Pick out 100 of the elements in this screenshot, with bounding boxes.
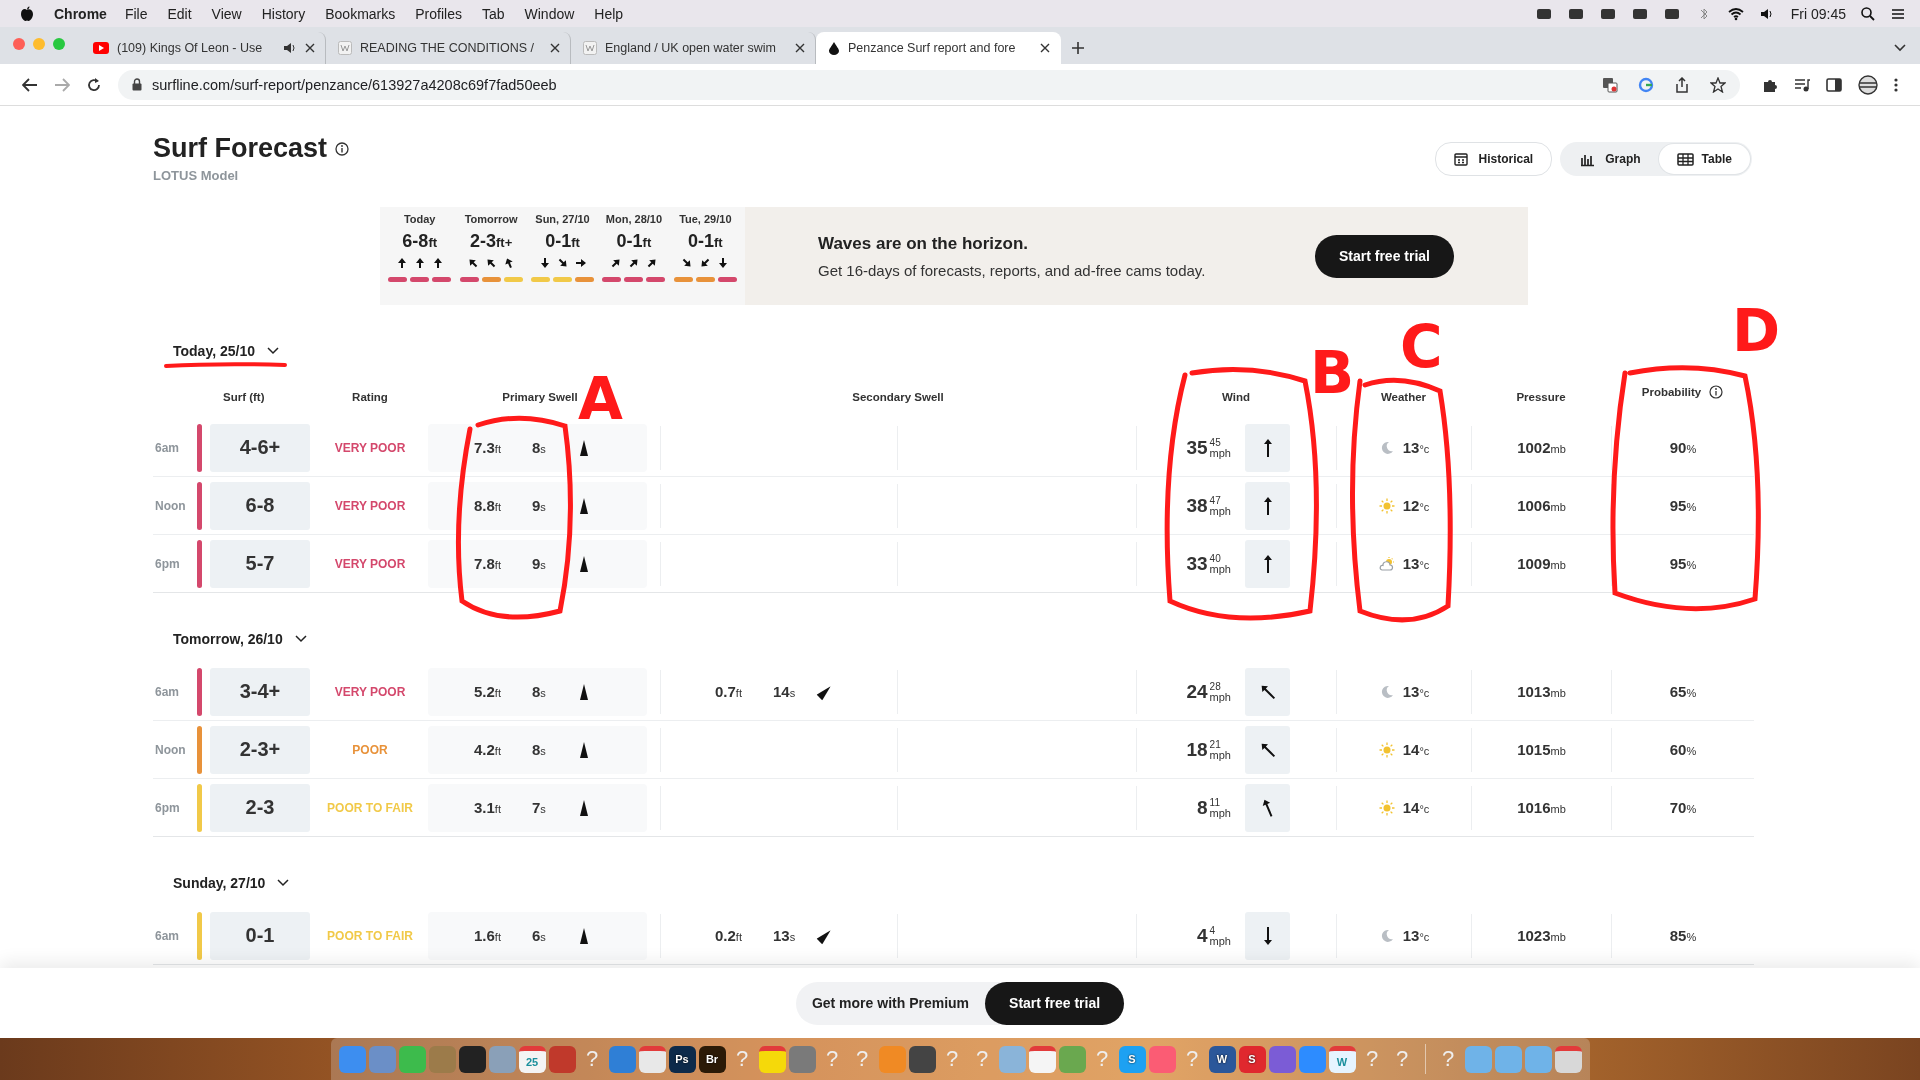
close-icon[interactable] [1040,43,1050,53]
swell-period: 8s [532,683,547,700]
column-header: Secondary Swell [852,391,944,403]
day-summary[interactable]: Tomorrow 2-3ft+ [455,213,527,305]
view-tab[interactable]: Graph [1562,144,1659,174]
annotation-letter: B [1310,339,1355,407]
sun-icon [1378,799,1395,816]
day-label: Mon, 28/10 [605,213,663,225]
circle-icon[interactable] [1638,76,1654,93]
wave-height: 0-1ft [688,231,723,252]
day-label: Tue, 29/10 [679,213,732,225]
surf-height: 5-7 [210,539,310,588]
speaker-icon[interactable] [283,42,297,54]
start-trial-button[interactable]: Start free trial [985,981,1125,1025]
probability-value: 65% [1669,683,1697,700]
arrow-icon [1262,925,1273,946]
reload-icon[interactable] [86,76,102,93]
app-icon[interactable]: 25 [518,1045,546,1073]
probability-value: 60% [1669,741,1697,758]
menu-item[interactable]: Tab [481,5,505,22]
menu-item[interactable]: Edit [167,5,192,22]
probability-value: 85% [1669,927,1697,944]
chevron-down-icon [294,635,307,643]
start-trial-button[interactable]: Start free trial [1314,234,1454,278]
rating-label: POOR [352,742,388,757]
arrow-icon [1262,553,1273,574]
menu-item[interactable]: Profiles [415,5,462,22]
app-icon[interactable] [638,1045,666,1073]
menu-item[interactable]: File [124,5,148,22]
wind-gust: 11 mph [1209,797,1231,818]
grid-icon [1676,151,1694,167]
day-summary[interactable]: Mon, 28/10 0-1ft [598,213,670,305]
chevron-down-icon [266,347,279,355]
close-icon[interactable] [550,43,560,53]
surf-height: 4-6+ [210,423,310,472]
probability-value: 70% [1669,799,1697,816]
sidebar-icon[interactable] [1826,76,1842,93]
time-label: Noon [154,497,187,515]
rating-label: VERY POOR [334,440,406,455]
app-icon[interactable] [458,1045,486,1073]
day-summary[interactable]: Sun, 27/10 0-1ft [526,213,599,305]
swell-height: 1.6ft [474,927,502,944]
wind-speed: 18 [1186,738,1208,761]
swell-period: 9s [532,497,547,514]
close-icon[interactable] [795,43,805,53]
sun-icon [1378,741,1395,758]
tab-title: READING THE CONDITIONS / [360,41,536,55]
wind-gust: 21 mph [1209,739,1231,760]
rating-label: VERY POOR [334,556,406,571]
historical-button[interactable]: Historical [1434,142,1553,176]
app-icon[interactable]: Ps [668,1045,696,1073]
day-label: Sun, 27/10 [535,213,590,225]
app-icon[interactable] [1028,1045,1056,1073]
day-dropdown[interactable]: Today, 25/10 [173,339,279,363]
pressure-value: 1002mb [1517,439,1566,456]
app-icon[interactable]: S [1238,1045,1266,1073]
menu-item[interactable]: Window [524,5,575,22]
swell-period: 9s [532,555,547,572]
back-icon[interactable] [22,77,38,92]
app-icon[interactable]: W [1208,1045,1236,1073]
app-icon[interactable] [908,1045,936,1073]
pressure-value: 1016mb [1517,799,1566,816]
swell-height: 5.2ft [474,683,502,700]
close-icon[interactable] [305,43,315,53]
time-label: 6am [154,439,181,457]
profile-icon[interactable] [1858,74,1878,95]
app-icon[interactable]: W [1328,1045,1356,1073]
translate-icon[interactable] [1602,76,1618,93]
star-icon[interactable] [1710,76,1726,93]
search-icon[interactable] [1860,5,1876,22]
chevron-down-icon[interactable] [1894,44,1906,52]
app-icon[interactable] [1554,1045,1582,1073]
app-icon[interactable]: Br [698,1045,726,1073]
menu-icon[interactable] [1894,76,1898,93]
media-icon[interactable] [1794,76,1810,93]
browser-tab[interactable]: Penzance Surf report and fore [816,32,1061,64]
menu-item[interactable]: History [261,5,306,22]
day-summary[interactable]: Today 6-8ft [384,213,456,305]
time-label: 6pm [154,555,181,573]
day-summary[interactable]: Tue, 29/10 0-1ft [669,213,742,305]
time-label: 6pm [154,799,181,817]
menu-item[interactable]: Help [594,5,624,22]
day-dropdown[interactable]: Sunday, 27/10 [173,871,290,895]
info-icon[interactable] [1709,385,1724,399]
cloud-sun-icon [1378,555,1395,572]
app-menu[interactable]: Chrome [54,5,107,22]
menu-item[interactable]: View [211,5,242,22]
address-bar[interactable]: surfline.com/surf-report/penzance/613927a4208c69f7fad50eeb [118,69,1740,100]
wifi-icon[interactable] [1726,5,1745,22]
view-tab[interactable]: Table [1658,144,1750,174]
swell-height: 4.2ft [474,741,502,758]
app-icon[interactable] [758,1045,786,1073]
share-icon[interactable] [1674,76,1690,93]
menu-item[interactable]: Bookmarks [325,5,396,22]
plus-icon[interactable] [1071,41,1085,55]
wind-speed: 4 [1197,924,1208,947]
day-dropdown[interactable]: Tomorrow, 26/10 [173,627,307,651]
info-icon[interactable] [335,141,350,156]
pressure-value: 1006mb [1517,497,1566,514]
pressure-value: 1009mb [1517,555,1566,572]
